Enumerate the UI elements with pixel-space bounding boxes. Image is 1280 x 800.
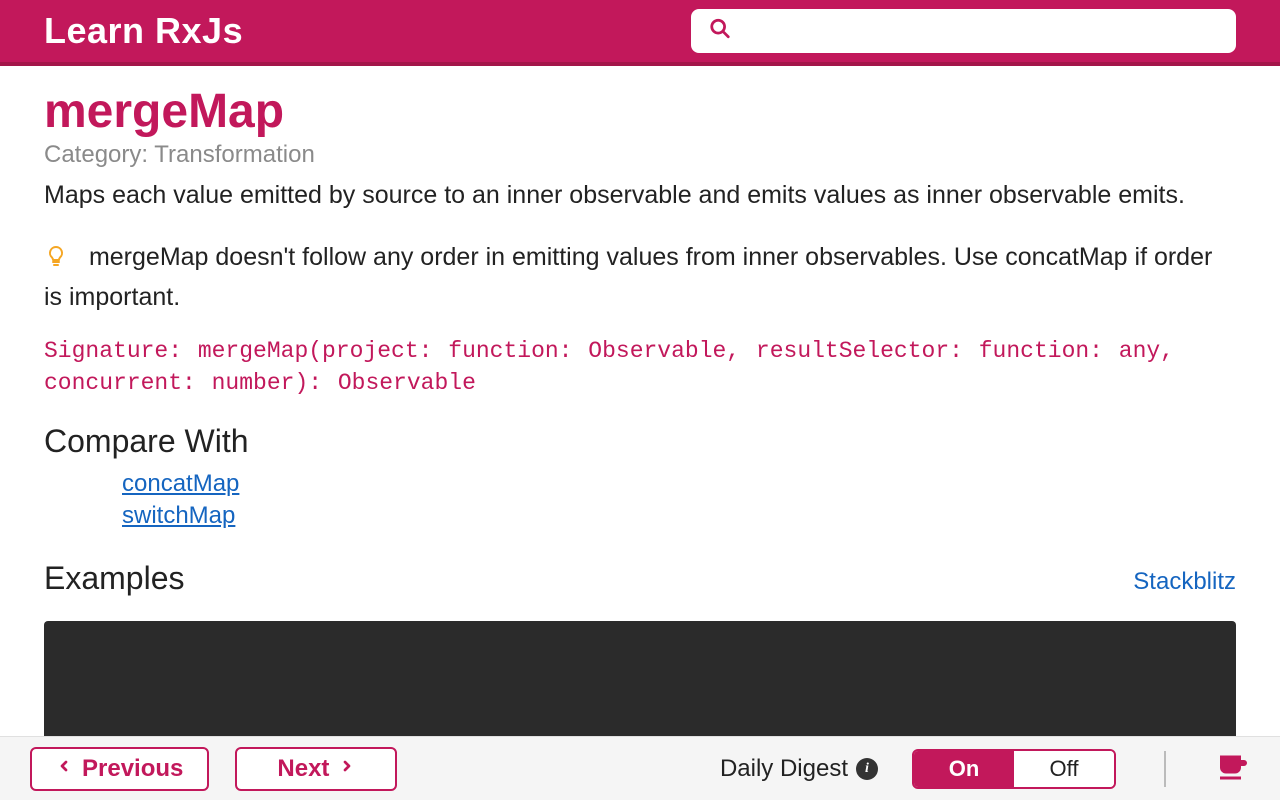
compare-link-concatmap[interactable]: concatMap [122, 470, 239, 497]
previous-button[interactable]: Previous [30, 747, 209, 791]
next-label: Next [277, 755, 329, 783]
footer-bar: Previous Next Daily Digest i On Off [0, 736, 1280, 800]
list-item: switchMap [122, 502, 1236, 530]
compare-link-switchmap[interactable]: switchMap [122, 502, 235, 529]
chevron-right-icon [339, 755, 355, 783]
info-icon[interactable]: i [856, 758, 878, 780]
page-title: mergeMap [44, 84, 1236, 139]
description-text: Maps each value emitted by source to an … [44, 177, 1236, 213]
list-item: concatMap [122, 470, 1236, 498]
stackblitz-link[interactable]: Stackblitz [1133, 568, 1236, 596]
lightbulb-icon [44, 246, 75, 274]
compare-heading: Compare With [44, 423, 1236, 460]
chevron-left-icon [56, 755, 72, 783]
compare-list: concatMap switchMap [44, 470, 1236, 530]
signature-text: Signature: mergeMap(project: function: O… [44, 335, 1236, 399]
digest-toggle[interactable]: On Off [912, 749, 1116, 789]
code-block [44, 621, 1236, 736]
tip-callout: mergeMap doesn't follow any order in emi… [44, 239, 1236, 315]
toggle-on[interactable]: On [914, 751, 1014, 787]
examples-header-row: Examples Stackblitz [44, 560, 1236, 607]
brand-title: Learn RxJs [44, 10, 243, 52]
vertical-separator [1164, 751, 1166, 787]
daily-digest-label: Daily Digest i [720, 755, 878, 783]
search-input[interactable] [691, 9, 1236, 53]
tip-text: mergeMap doesn't follow any order in emi… [44, 243, 1212, 310]
search-container [691, 9, 1236, 53]
toggle-off[interactable]: Off [1014, 751, 1114, 787]
previous-label: Previous [82, 755, 183, 783]
coffee-icon[interactable] [1214, 748, 1250, 789]
category-label: Category: Transformation [44, 141, 1236, 169]
examples-heading: Examples [44, 560, 185, 597]
main-content: mergeMap Category: Transformation Maps e… [0, 66, 1280, 736]
search-icon [709, 18, 731, 45]
next-button[interactable]: Next [235, 747, 397, 791]
header-bar: Learn RxJs [0, 0, 1280, 66]
digest-text: Daily Digest [720, 755, 848, 783]
